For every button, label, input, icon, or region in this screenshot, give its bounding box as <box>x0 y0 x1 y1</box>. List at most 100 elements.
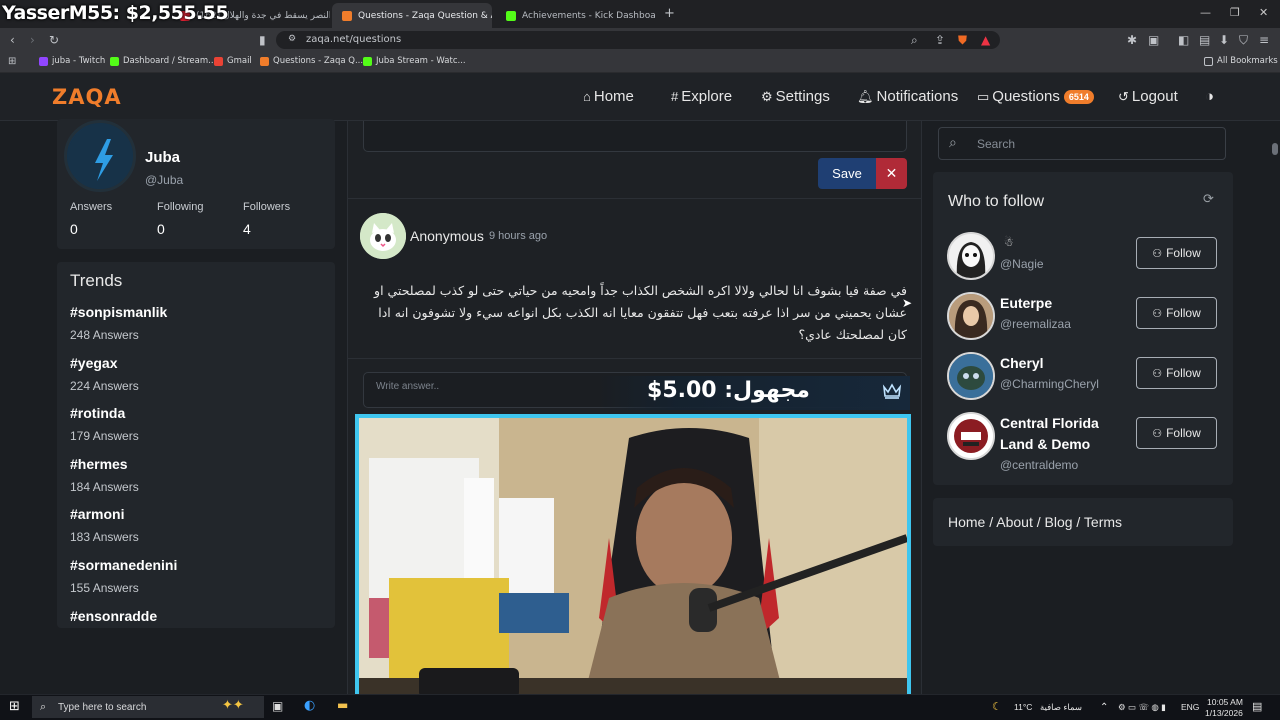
chat-icon: ▭ <box>977 88 990 104</box>
language-indicator[interactable]: ENG <box>1181 702 1199 712</box>
bookmark-label: Dashboard / Stream... <box>123 56 217 66</box>
save-button[interactable]: Save <box>818 158 876 189</box>
extensions-icon[interactable]: ✱ <box>1127 33 1137 47</box>
nav-questions-label: Questions <box>992 88 1060 105</box>
trend-tag[interactable]: #armoni <box>70 506 124 522</box>
trend-count: 248 Answers <box>70 328 139 342</box>
apps-icon[interactable]: ⊞ <box>8 56 16 67</box>
answer-editor[interactable] <box>363 121 907 152</box>
tab-kick[interactable]: Achievements - Kick Dashboard ✕ <box>496 3 656 28</box>
follow-button-label: Follow <box>1166 426 1201 440</box>
trend-tag[interactable]: #sonpismanlik <box>70 304 167 320</box>
tray-chevron-icon[interactable]: ⌃ <box>1100 702 1108 713</box>
forward-icon[interactable]: › <box>30 33 35 47</box>
hash-icon: # <box>671 89 679 104</box>
follow-button-label: Follow <box>1166 306 1201 320</box>
nav-settings-label: Settings <box>775 88 830 105</box>
nav-explore[interactable]: # Explore <box>671 88 732 105</box>
avatar[interactable] <box>64 120 136 192</box>
question-time: 9 hours ago <box>489 230 548 242</box>
close-window-icon[interactable]: ✕ <box>1259 6 1268 19</box>
trend-tag[interactable]: #yegax <box>70 355 117 371</box>
nav-notifications[interactable]: 🔔︎ Notifications <box>857 88 958 105</box>
trend-tag[interactable]: #hermes <box>70 456 128 472</box>
stat-following-label: Following <box>157 201 204 213</box>
bookmark-juba-stream[interactable]: Juba Stream - Watc... <box>363 56 466 66</box>
task-view-icon[interactable]: ▣ <box>272 699 283 713</box>
brave-rewards-icon[interactable]: ▲ <box>981 33 990 47</box>
sidebar-icon[interactable]: ◧ <box>1178 33 1189 47</box>
avatar[interactable] <box>947 292 995 340</box>
back-icon[interactable]: ‹ <box>10 33 15 47</box>
leo-icon[interactable]: ▤ <box>1199 33 1210 47</box>
reload-icon[interactable]: ↻ <box>49 33 59 47</box>
stat-followers-value: 4 <box>243 221 251 237</box>
footer-links[interactable]: Home / About / Blog / Terms <box>948 514 1122 530</box>
wallet-icon[interactable]: ▣ <box>1148 33 1159 47</box>
follow-button[interactable]: ⚇ Follow <box>1136 237 1217 269</box>
copilot-icon[interactable]: ◐ <box>304 698 315 713</box>
trend-tag[interactable]: #sormanedenini <box>70 557 177 573</box>
new-tab-icon[interactable]: + <box>664 6 675 21</box>
avatar[interactable] <box>947 232 995 280</box>
nav-logout[interactable]: ↺ Logout <box>1118 88 1178 105</box>
restore-icon[interactable]: ❐ <box>1230 6 1240 19</box>
url-text: zaqa.net/questions <box>306 34 402 45</box>
menu-icon[interactable]: ≡ <box>1259 33 1269 47</box>
theme-toggle-icon[interactable]: ◑ <box>1205 88 1214 105</box>
bookmark-icon[interactable]: ▮ <box>259 33 266 47</box>
vpn-icon[interactable]: ⛉ <box>1239 33 1248 48</box>
divider <box>348 198 921 199</box>
zoom-icon[interactable]: ⌕ <box>911 33 918 48</box>
zaqa-favicon-icon <box>342 10 352 21</box>
nav-notifications-label: Notifications <box>876 88 959 105</box>
follow-user-name[interactable]: Euterpe <box>1000 293 1052 314</box>
avatar[interactable] <box>947 352 995 400</box>
site-info-icon[interactable]: ⚙ <box>288 34 296 44</box>
follow-button[interactable]: ⚇ Follow <box>1136 417 1217 449</box>
trend-tag[interactable]: #ensonradde <box>70 608 157 624</box>
all-bookmarks[interactable]: All Bookmarks <box>1204 56 1278 66</box>
profile-name[interactable]: Juba <box>145 149 180 166</box>
user-plus-icon: ⚇ <box>1152 307 1163 320</box>
logout-icon: ↺ <box>1118 88 1129 104</box>
brave-shield-icon[interactable]: ⛊ <box>958 33 967 48</box>
user-emoji-icon: ☃ <box>1004 236 1014 249</box>
answer-placeholder: Write answer.. <box>376 381 440 392</box>
follow-user-name[interactable]: Cheryl <box>1000 353 1044 374</box>
bookmark-dashboard[interactable]: Dashboard / Stream... <box>110 56 216 66</box>
tray-icons[interactable]: ⚙ ▭ ☏ ◍ ▮ <box>1118 702 1166 713</box>
notifications-icon[interactable]: ▤ <box>1252 700 1262 713</box>
nav-logout-label: Logout <box>1131 88 1178 105</box>
trend-count: 224 Answers <box>70 379 139 393</box>
nav-questions[interactable]: ▭ Questions 6514 <box>977 88 1094 105</box>
clock-date[interactable]: 1/13/2026 <box>1205 708 1243 718</box>
clock-time[interactable]: 10:05 AM <box>1207 697 1243 707</box>
cancel-button[interactable]: ✕ <box>876 158 907 189</box>
share-icon[interactable]: ⇪ <box>935 33 945 47</box>
refresh-icon[interactable]: ⟳ <box>1203 192 1214 207</box>
tab-questions[interactable]: Questions - Zaqa Question & Ar ✕ <box>332 3 492 28</box>
trend-tag[interactable]: #rotinda <box>70 405 125 421</box>
windows-start-icon[interactable]: ⊞ <box>9 699 20 714</box>
bookmark-questions[interactable]: Questions - Zaqa Q... <box>260 56 363 66</box>
home-icon: ⌂ <box>583 89 591 104</box>
nav-settings[interactable]: ⚙ Settings <box>761 88 830 105</box>
file-explorer-icon[interactable]: ▬ <box>337 698 348 712</box>
bookmark-label: Gmail <box>227 56 252 66</box>
bookmark-gmail[interactable]: Gmail <box>214 56 252 66</box>
trend-count: 155 Answers <box>70 581 139 595</box>
follow-user-name[interactable]: Central Florida Land & Demo <box>1000 413 1136 455</box>
downloads-icon[interactable]: ⬇ <box>1219 33 1229 47</box>
scrollbar[interactable] <box>1272 143 1278 155</box>
follow-button-label: Follow <box>1166 366 1201 380</box>
stat-answers-value: 0 <box>70 221 78 237</box>
question-author: Anonymous <box>410 228 484 244</box>
bookmark-twitch[interactable]: juba - Twitch <box>39 56 105 66</box>
avatar[interactable] <box>947 412 995 460</box>
nav-home[interactable]: ⌂ Home <box>583 88 634 105</box>
follow-button[interactable]: ⚇ Follow <box>1136 357 1217 389</box>
follow-button[interactable]: ⚇ Follow <box>1136 297 1217 329</box>
site-logo[interactable]: ZAQA <box>52 85 122 109</box>
minimize-icon[interactable]: — <box>1200 6 1211 19</box>
